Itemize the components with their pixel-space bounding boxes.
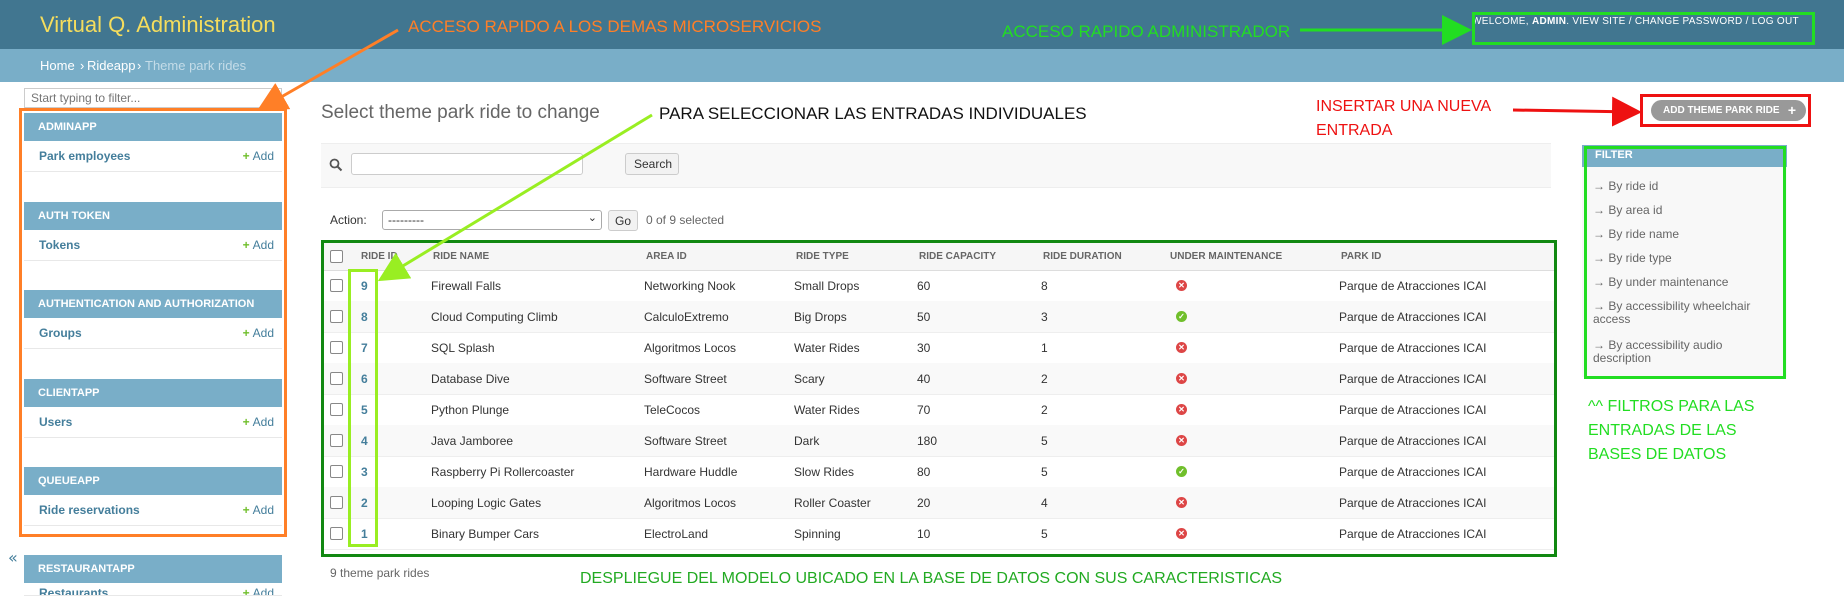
arrow-lime: [377, 113, 653, 282]
arrow-red: [1512, 96, 1642, 127]
arrow-orange: [256, 28, 399, 111]
annotation-arrows: [256, 15, 1642, 282]
